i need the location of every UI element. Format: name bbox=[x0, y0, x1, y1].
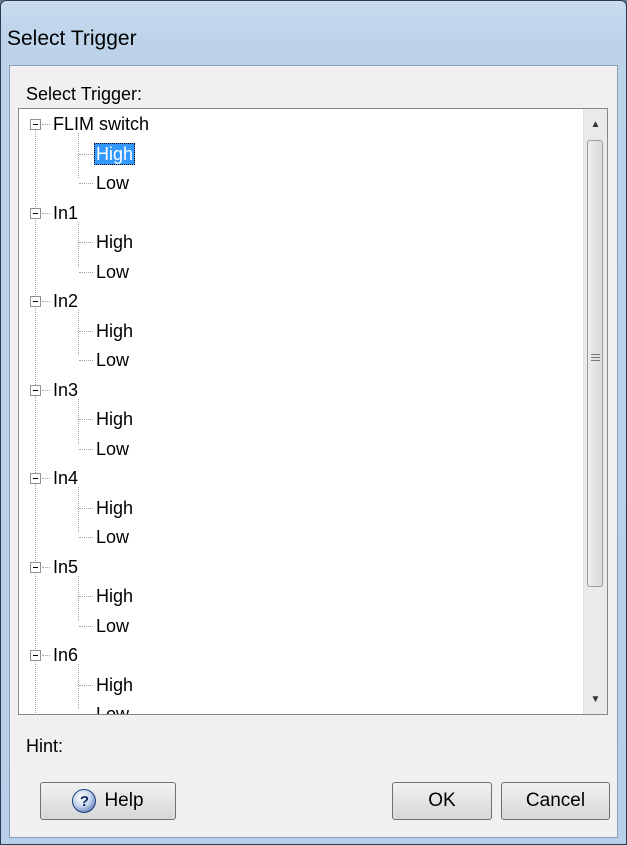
tree-leaf-label: High bbox=[96, 320, 134, 341]
ok-button[interactable]: OK bbox=[392, 782, 492, 820]
scrollbar-grip-icon bbox=[591, 354, 600, 363]
tree-branch-line bbox=[42, 655, 50, 656]
tree-leaf[interactable]: High bbox=[19, 493, 579, 523]
help-button[interactable]: ? Help bbox=[40, 782, 176, 820]
tree-leaf[interactable]: High bbox=[19, 227, 579, 257]
tree-node[interactable]: In6 bbox=[19, 640, 579, 670]
tree-leaf[interactable]: Low bbox=[19, 699, 579, 714]
tree-node[interactable]: In5 bbox=[19, 552, 579, 582]
tree-node[interactable]: In2 bbox=[19, 286, 579, 316]
collapse-minus-icon[interactable] bbox=[30, 384, 41, 396]
tree-leaf-label: Low bbox=[96, 438, 130, 459]
tree-leaf-label: High bbox=[96, 409, 134, 429]
tree-branch-line bbox=[79, 537, 93, 538]
tree-branch-line bbox=[79, 242, 93, 243]
question-mark-circle-icon: ? bbox=[72, 789, 97, 813]
tree-leaf[interactable]: Low bbox=[19, 611, 579, 641]
tree-branch-line bbox=[42, 389, 50, 391]
tree-branch-line bbox=[42, 212, 50, 214]
tree-branch-line bbox=[79, 360, 93, 361]
select-trigger-dialog: Select Trigger Select Trigger: FLIM swit… bbox=[0, 0, 627, 845]
scroll-up-arrow-icon[interactable]: ▲ bbox=[584, 109, 607, 139]
tree-leaf-label: High bbox=[96, 497, 134, 518]
title-bar[interactable]: Select Trigger bbox=[1, 1, 626, 61]
tree-leaf[interactable]: Low bbox=[19, 257, 579, 287]
tree-branch-line bbox=[42, 301, 50, 302]
tree-branch-line bbox=[42, 478, 50, 479]
tree-branch-line bbox=[79, 448, 93, 450]
tree-leaf[interactable]: High bbox=[19, 670, 579, 700]
tree-leaf[interactable]: High bbox=[19, 581, 579, 611]
tree-branch-line bbox=[79, 507, 93, 509]
collapse-minus-icon[interactable] bbox=[30, 650, 41, 661]
tree-node-label: In2 bbox=[53, 291, 79, 311]
tree-leaf[interactable]: Low bbox=[19, 522, 579, 552]
select-trigger-label: Select Trigger: bbox=[26, 84, 143, 104]
tree-leaf-label: Low bbox=[96, 350, 130, 370]
tree-branch-line bbox=[79, 419, 93, 420]
collapse-minus-icon[interactable] bbox=[30, 119, 41, 130]
collapse-minus-icon[interactable] bbox=[30, 207, 41, 219]
tree-node[interactable]: In4 bbox=[19, 463, 579, 493]
tree-node-label: In6 bbox=[53, 645, 79, 665]
cancel-button[interactable]: Cancel bbox=[501, 782, 610, 820]
collapse-minus-icon[interactable] bbox=[30, 296, 41, 307]
cancel-button-label: Cancel bbox=[525, 790, 586, 811]
tree-leaf-label: High bbox=[96, 232, 134, 252]
tree-leaf[interactable]: Low bbox=[19, 168, 579, 198]
tree-leaf-label: High bbox=[96, 674, 134, 695]
tree-leaf-label: High bbox=[94, 142, 136, 165]
scrollbar-thumb[interactable] bbox=[587, 140, 603, 587]
tree-branch-line bbox=[79, 684, 93, 686]
tree-node-label: In4 bbox=[53, 468, 79, 488]
trigger-tree[interactable]: FLIM switch High Low In1 High Low In2 High Low In… bbox=[18, 108, 608, 715]
tree-branch-line bbox=[79, 271, 93, 273]
tree-leaf-label: Low bbox=[96, 261, 130, 282]
tree-leaf-label: Low bbox=[96, 615, 130, 636]
window-title: Select Trigger bbox=[7, 27, 137, 50]
tree-branch-line bbox=[42, 124, 50, 125]
tree-leaf[interactable]: High bbox=[19, 316, 579, 346]
tree-branch-line bbox=[79, 183, 93, 184]
help-button-label: Help bbox=[104, 790, 144, 811]
tree-branch-line bbox=[79, 153, 93, 155]
tree-node-label: FLIM switch bbox=[53, 114, 150, 134]
tree-node[interactable]: In3 bbox=[19, 375, 579, 405]
tree-node[interactable]: FLIM switch bbox=[19, 109, 579, 139]
dialog-client-area: Select Trigger: FLIM switch High Low In1 Hig… bbox=[9, 65, 618, 838]
tree-leaf-label: Low bbox=[96, 704, 130, 714]
tree-leaf[interactable]: Low bbox=[19, 434, 579, 464]
tree-branch-line bbox=[79, 625, 93, 627]
collapse-minus-icon[interactable] bbox=[30, 561, 41, 573]
tree-node[interactable]: In1 bbox=[19, 198, 579, 228]
tree-leaf[interactable]: Low bbox=[19, 345, 579, 375]
tree-node-label: In5 bbox=[53, 556, 79, 577]
ok-button-label: OK bbox=[428, 790, 456, 811]
tree-leaf[interactable]: High bbox=[19, 404, 579, 434]
tree-branch-line bbox=[79, 596, 93, 597]
tree-node-label: In1 bbox=[53, 202, 79, 223]
scroll-down-arrow-icon[interactable]: ▼ bbox=[584, 684, 607, 714]
tree-leaf-label: Low bbox=[96, 173, 130, 193]
vertical-scrollbar[interactable]: ▲ ▼ bbox=[583, 109, 607, 714]
tree-content: FLIM switch High Low In1 High Low In2 High Low In… bbox=[19, 109, 584, 714]
tree-leaf-label: High bbox=[96, 586, 134, 606]
collapse-minus-icon[interactable] bbox=[30, 473, 41, 484]
tree-leaf[interactable]: High bbox=[19, 139, 579, 169]
hint-label: Hint: bbox=[26, 736, 64, 756]
tree-branch-line bbox=[79, 330, 93, 332]
tree-leaf-label: Low bbox=[96, 527, 130, 547]
tree-node-label: In3 bbox=[53, 379, 79, 400]
tree-branch-line bbox=[42, 566, 50, 568]
